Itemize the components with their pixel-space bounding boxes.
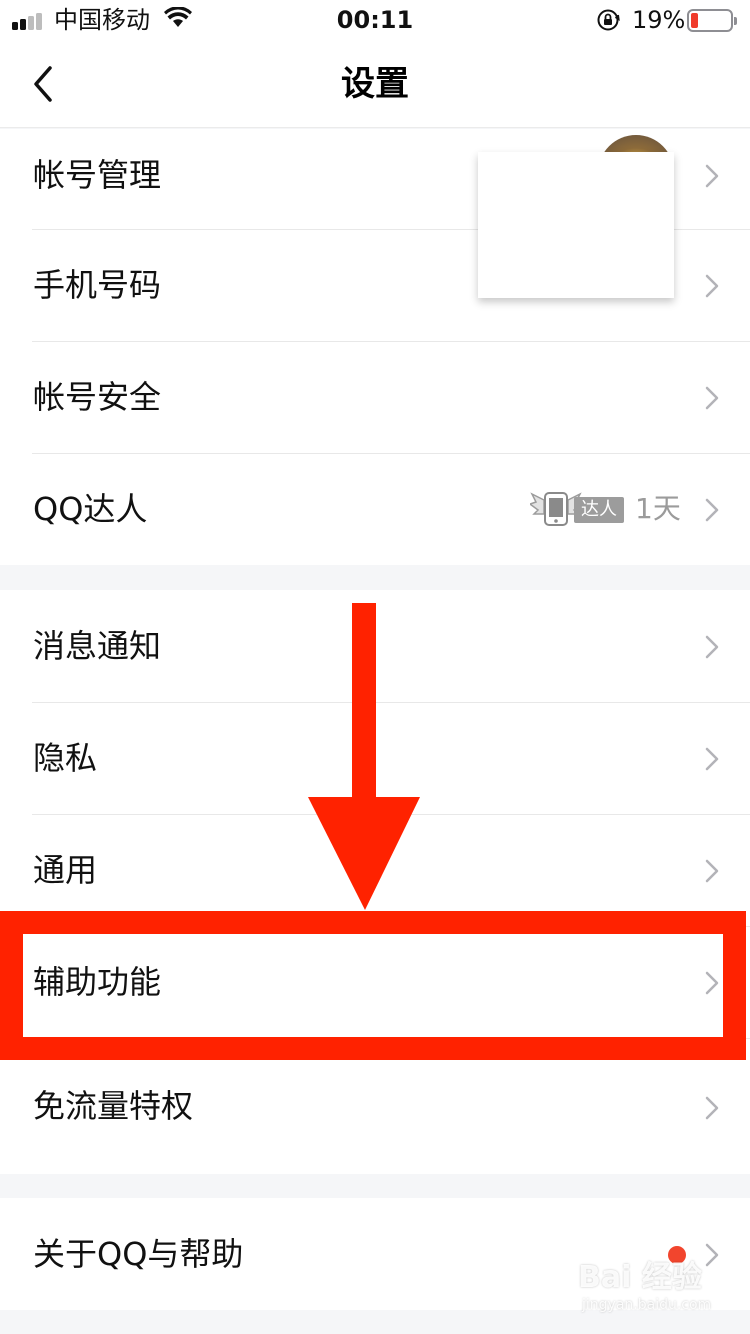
settings-item-label: 手机号码 bbox=[33, 266, 162, 304]
chevron-right-icon bbox=[705, 747, 719, 771]
settings-item-label: QQ达人 bbox=[33, 490, 148, 528]
battery-icon bbox=[687, 9, 737, 32]
chevron-right-icon bbox=[705, 1096, 719, 1120]
watermark-logo: Bai 经验 bbox=[578, 1260, 702, 1295]
settings-item-label: 关于QQ与帮助 bbox=[33, 1235, 244, 1273]
orientation-lock-icon bbox=[597, 9, 620, 31]
settings-item-account-security[interactable]: 帐号安全 bbox=[0, 341, 750, 453]
battery-percentage: 19% bbox=[632, 6, 686, 34]
settings-item-label: 帐号管理 bbox=[33, 156, 162, 194]
settings-item-qq-talent[interactable]: QQ达人 达人 1天 bbox=[0, 453, 750, 565]
annotation-arrow bbox=[308, 603, 420, 910]
chevron-right-icon bbox=[705, 859, 719, 883]
talent-badge: 达人 bbox=[530, 488, 626, 530]
settings-item-label: 通用 bbox=[33, 851, 98, 889]
navigation-bar: 设置 bbox=[0, 40, 750, 128]
chevron-right-icon bbox=[705, 274, 719, 298]
battery-level-fill bbox=[691, 13, 698, 28]
settings-item-label: 帐号安全 bbox=[33, 378, 162, 416]
watermark-url: jingyan.baidu.com bbox=[582, 1297, 712, 1313]
settings-item-label: 消息通知 bbox=[33, 627, 162, 665]
chevron-right-icon bbox=[705, 498, 719, 522]
annotation-highlight-box bbox=[0, 911, 746, 1060]
talent-badge-label: 达人 bbox=[574, 497, 624, 523]
page-title: 设置 bbox=[341, 64, 409, 104]
chevron-right-icon bbox=[705, 635, 719, 659]
settings-item-label: 隐私 bbox=[33, 739, 98, 777]
redaction-box bbox=[478, 152, 674, 298]
watermark: Bai 经验 jingyan.baidu.com bbox=[578, 1260, 718, 1320]
chevron-right-icon bbox=[705, 386, 719, 410]
talent-days: 1天 bbox=[635, 492, 681, 525]
settings-item-label: 免流量特权 bbox=[33, 1087, 194, 1125]
status-bar: 中国移动 00:11 19% bbox=[0, 0, 750, 40]
chevron-right-icon bbox=[705, 164, 719, 188]
